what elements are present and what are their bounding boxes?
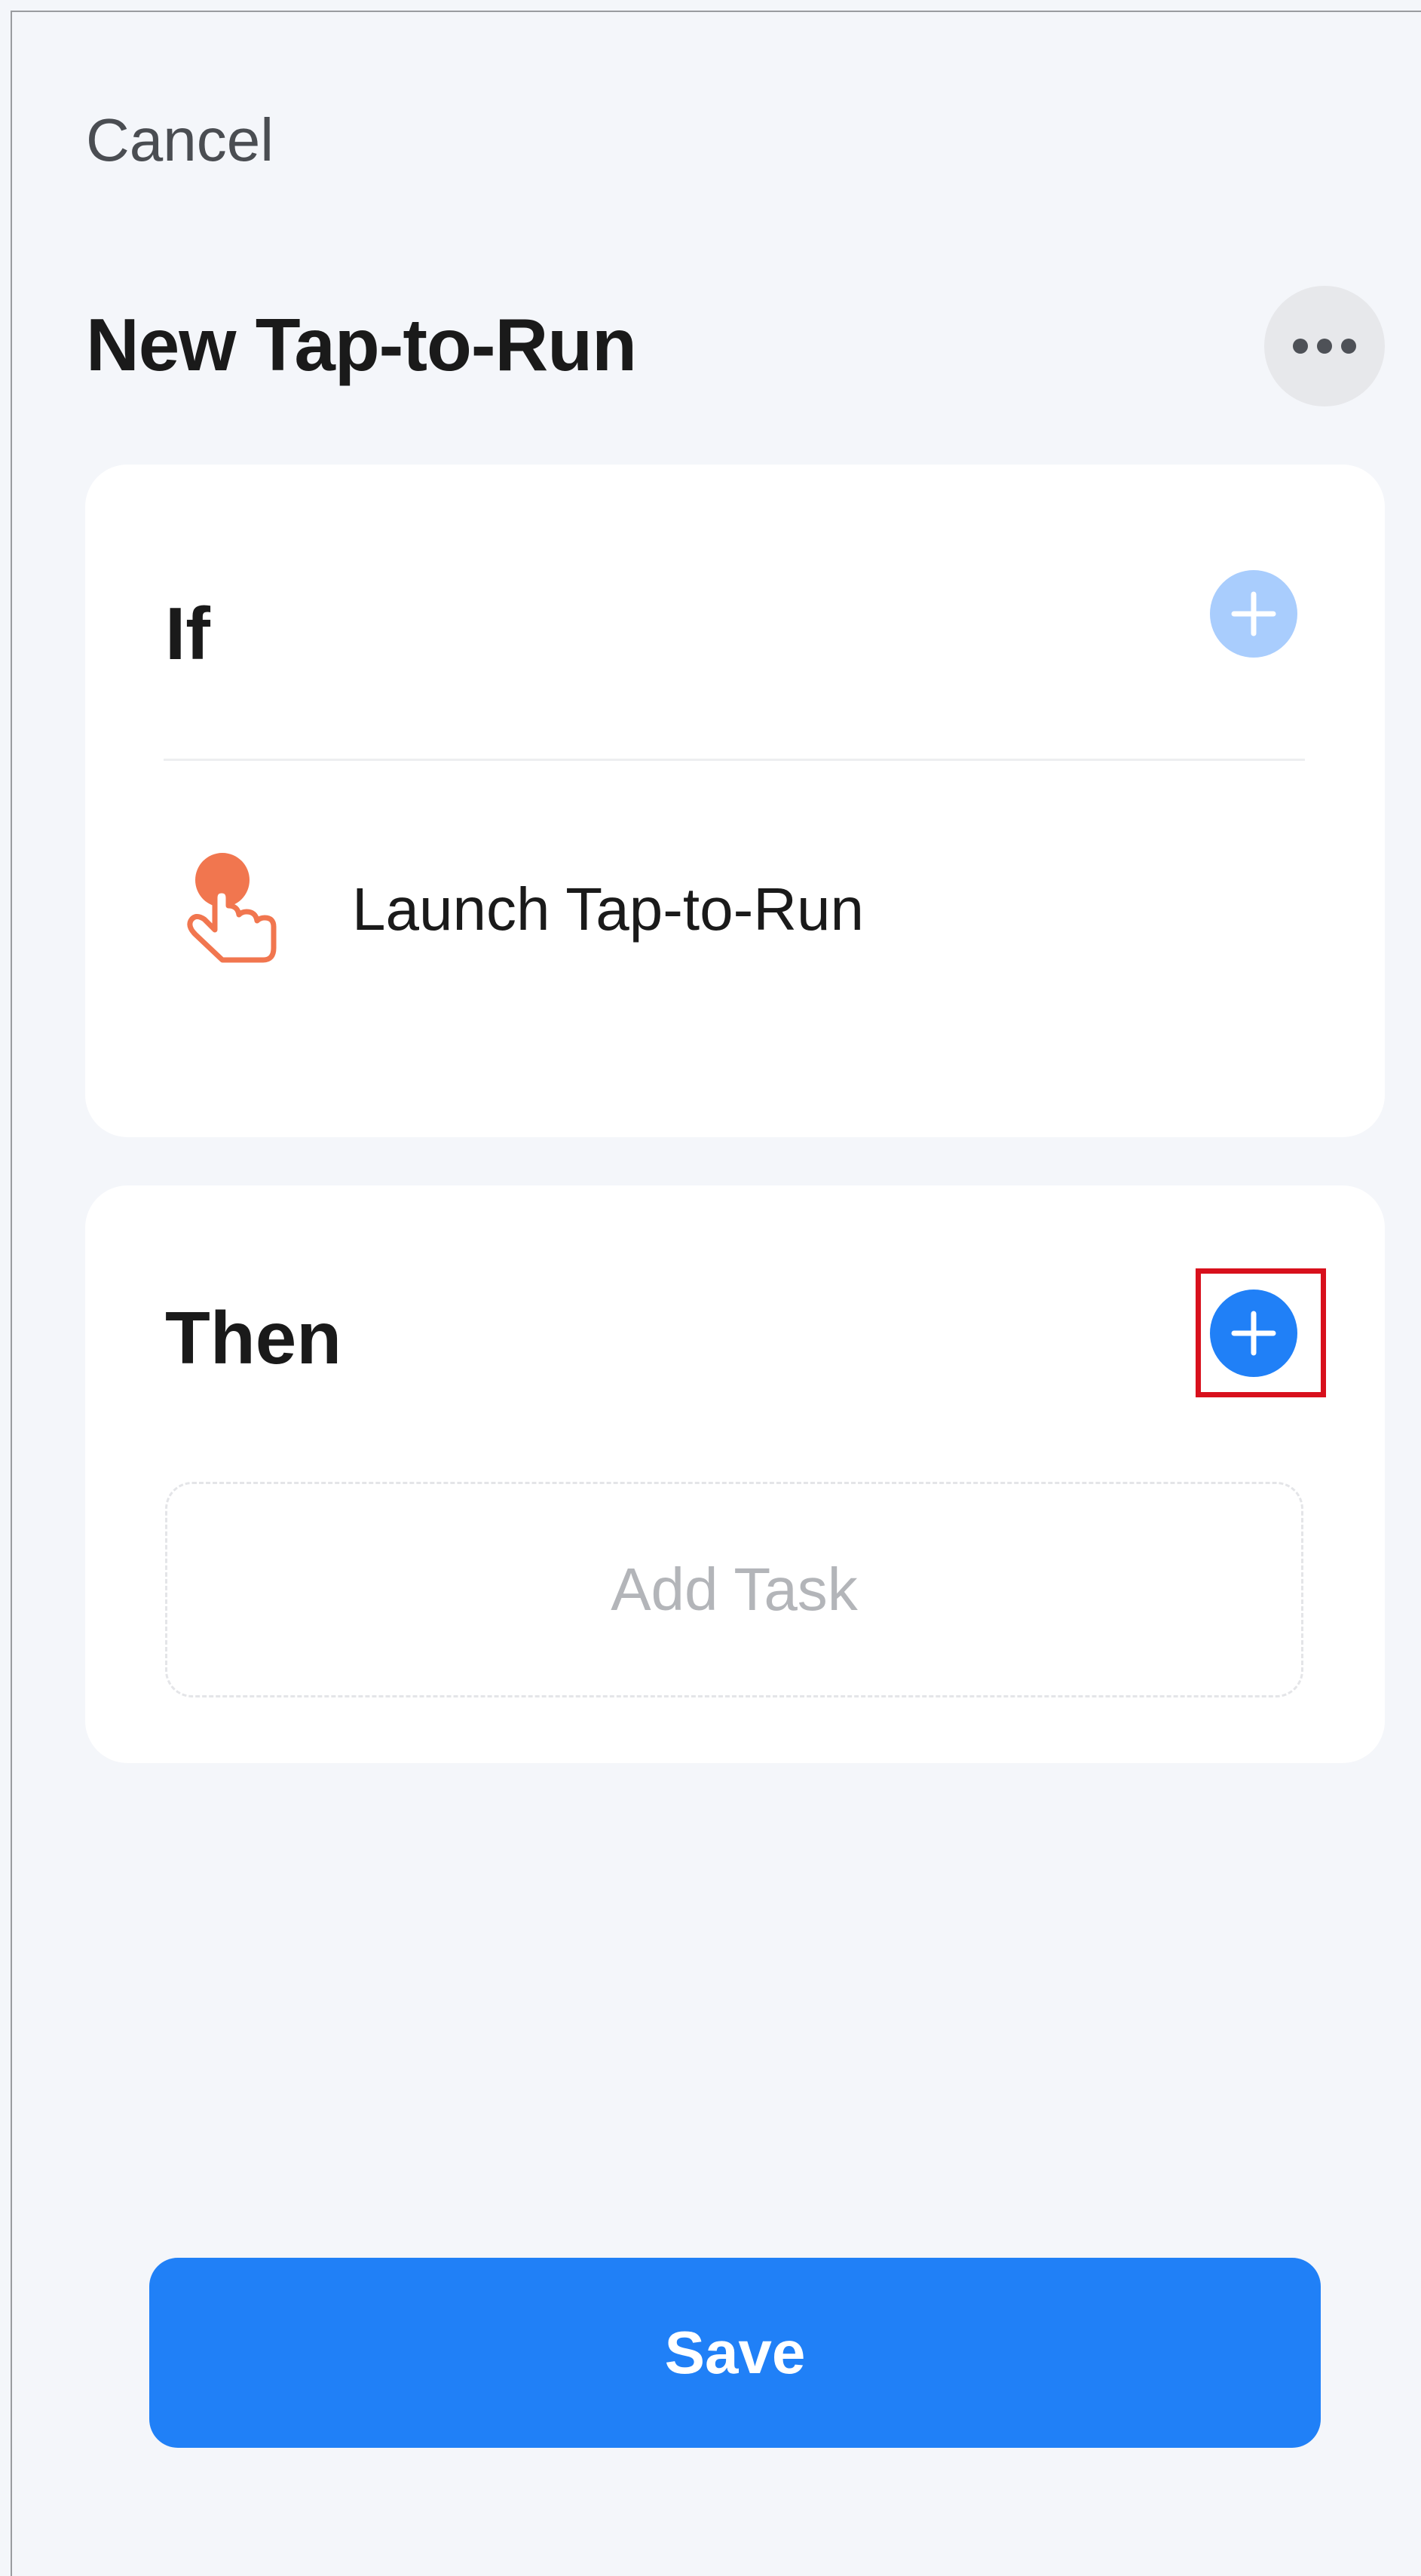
more-horizontal-icon <box>1317 339 1332 354</box>
more-horizontal-icon <box>1341 339 1356 354</box>
condition-item[interactable]: Launch Tap-to-Run <box>164 842 1305 977</box>
divider <box>164 759 1305 761</box>
app-frame: Cancel New Tap-to-Run If Launch Tap-to-R… <box>11 11 1421 2576</box>
highlight-box <box>1196 1268 1326 1397</box>
plus-icon <box>1231 591 1276 636</box>
add-task-label: Add Task <box>611 1556 858 1623</box>
page-title: New Tap-to-Run <box>86 303 637 386</box>
add-condition-button[interactable] <box>1210 570 1297 658</box>
then-card: Then Add Task <box>85 1185 1385 1763</box>
tap-hand-icon <box>187 853 277 963</box>
more-horizontal-icon <box>1293 339 1308 354</box>
cancel-button[interactable]: Cancel <box>86 106 274 175</box>
add-task-placeholder[interactable]: Add Task <box>165 1482 1303 1697</box>
if-card: If Launch Tap-to-Run <box>85 465 1385 1137</box>
save-button[interactable]: Save <box>149 2258 1321 2448</box>
save-label: Save <box>664 2319 806 2386</box>
more-options-button[interactable] <box>1264 286 1385 406</box>
if-heading: If <box>165 592 210 675</box>
condition-label: Launch Tap-to-Run <box>352 876 864 943</box>
then-heading: Then <box>165 1296 342 1379</box>
